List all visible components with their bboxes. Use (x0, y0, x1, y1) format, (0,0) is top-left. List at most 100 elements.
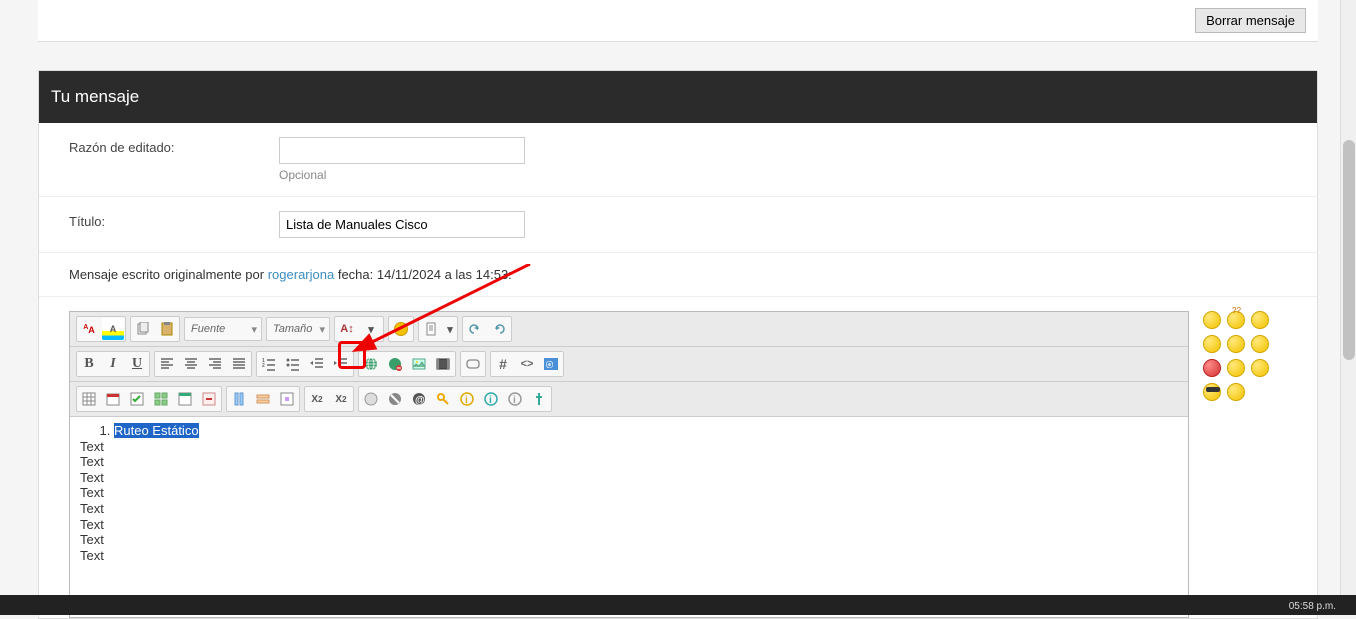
emoji-neutral[interactable] (1251, 311, 1269, 329)
superscript-button[interactable]: X2 (330, 388, 352, 410)
list-item[interactable]: Ruteo Estático (114, 423, 1178, 439)
emoji-wink[interactable] (1251, 359, 1269, 377)
at-button[interactable]: @ (408, 388, 430, 410)
author-link[interactable]: rogerarjona (268, 267, 335, 282)
task-button[interactable] (126, 388, 148, 410)
align-left-button[interactable] (156, 353, 178, 375)
scrollbar-track[interactable] (1340, 0, 1356, 615)
svg-text:i: i (489, 395, 492, 406)
info-yellow-button[interactable]: i (456, 388, 478, 410)
undo-button[interactable] (464, 318, 486, 340)
message-panel: Tu mensaje Razón de editado: Opcional Tí… (38, 70, 1318, 619)
panel-title: Tu mensaje (39, 71, 1317, 123)
content-line[interactable]: Text (80, 532, 1178, 548)
emoji-button[interactable] (390, 318, 412, 340)
cell-button[interactable] (276, 388, 298, 410)
content-line[interactable]: Text (80, 501, 1178, 517)
svg-text:ⓔ: ⓔ (546, 360, 553, 369)
emoji-grin[interactable] (1203, 335, 1221, 353)
align-center-button[interactable] (180, 353, 202, 375)
svg-text:@: @ (415, 395, 425, 406)
content-line[interactable]: Text (80, 548, 1178, 564)
content-line[interactable]: Text (80, 470, 1178, 486)
emoji-angry[interactable] (1203, 359, 1221, 377)
align-justify-button[interactable] (228, 353, 250, 375)
bg-color-button[interactable]: A (102, 318, 124, 340)
delete-message-button[interactable]: Borrar mensaje (1195, 8, 1306, 33)
row-button[interactable] (252, 388, 274, 410)
editor-section: AA A Fuente Tamaño A↕ ▾ (39, 297, 1317, 618)
content-line[interactable]: Text (80, 439, 1178, 455)
selected-text[interactable]: Ruteo Estático (114, 423, 199, 438)
image-button[interactable] (408, 353, 430, 375)
paste-button[interactable] (156, 318, 178, 340)
block-button[interactable] (384, 388, 406, 410)
meta-suffix: fecha: 14/11/2024 a las 14:53: (334, 267, 512, 282)
title-label: Título: (69, 211, 279, 229)
calendar-button[interactable] (102, 388, 124, 410)
pin-button[interactable] (528, 388, 550, 410)
toolbar-row-3: X2 X2 @ i i i (70, 382, 1188, 417)
unlink-button[interactable] (384, 353, 406, 375)
indent-button[interactable] (330, 353, 352, 375)
emoji-confused[interactable]: ?? (1227, 311, 1245, 329)
taskbar: 05:58 p.m. (0, 595, 1356, 615)
outdent-button[interactable] (306, 353, 328, 375)
quote-button[interactable] (462, 353, 484, 375)
editor: AA A Fuente Tamaño A↕ ▾ (69, 311, 1189, 618)
embed-button[interactable]: ⓔ (540, 353, 562, 375)
emoji-laugh[interactable] (1227, 383, 1245, 401)
more-text-button[interactable]: ▾ (360, 318, 382, 340)
link-button[interactable] (360, 353, 382, 375)
info-gray-button[interactable]: i (504, 388, 526, 410)
content-line[interactable]: Text (80, 517, 1178, 533)
redo-button[interactable] (488, 318, 510, 340)
content-line[interactable]: Text (80, 485, 1178, 501)
emoji-sad[interactable] (1251, 335, 1269, 353)
reason-input[interactable] (279, 137, 525, 164)
spreadsheet-button[interactable] (174, 388, 196, 410)
toolbar-row-2: B I U 12 (70, 347, 1188, 382)
minus-button[interactable] (198, 388, 220, 410)
code-button[interactable]: <> (516, 353, 538, 375)
grid-button[interactable] (150, 388, 172, 410)
table-button[interactable] (78, 388, 100, 410)
info-teal-button[interactable]: i (480, 388, 502, 410)
title-row: Título: (39, 197, 1317, 253)
emoji-happy[interactable] (1227, 335, 1245, 353)
font-select[interactable]: Fuente (184, 317, 262, 341)
editor-content[interactable]: Ruteo Estático Text Text Text Text Text … (70, 417, 1188, 617)
ordered-list-button[interactable]: 12 (258, 353, 280, 375)
title-input[interactable] (279, 211, 525, 238)
italic-button[interactable]: I (102, 353, 124, 375)
toolbar-row-1: AA A Fuente Tamaño A↕ ▾ (70, 312, 1188, 347)
emoji-tongue[interactable] (1227, 359, 1245, 377)
hash-button[interactable]: # (492, 353, 514, 375)
copy-button[interactable] (132, 318, 154, 340)
key-button[interactable] (432, 388, 454, 410)
top-bar: Borrar mensaje (38, 0, 1318, 42)
emoji-smile[interactable] (1203, 311, 1221, 329)
original-meta: Mensaje escrito originalmente por rogera… (39, 253, 1317, 297)
attach-more-button[interactable]: ▾ (444, 318, 456, 340)
bold-button[interactable]: B (78, 353, 100, 375)
column-button[interactable] (228, 388, 250, 410)
subscript-button[interactable]: X2 (306, 388, 328, 410)
globe-gray-button[interactable] (360, 388, 382, 410)
video-button[interactable] (432, 353, 454, 375)
attach-button[interactable] (420, 318, 442, 340)
text-color-button[interactable]: AA (78, 318, 100, 340)
case-button[interactable]: A↕ (336, 318, 358, 340)
meta-prefix: Mensaje escrito originalmente por (69, 267, 268, 282)
underline-button[interactable]: U (126, 353, 148, 375)
emoji-cool[interactable] (1203, 383, 1221, 401)
reason-help: Opcional (279, 168, 1287, 182)
reason-label: Razón de editado: (69, 137, 279, 155)
size-select[interactable]: Tamaño (266, 317, 330, 341)
unordered-list-button[interactable] (282, 353, 304, 375)
scrollbar-thumb[interactable] (1343, 140, 1355, 360)
svg-text:2: 2 (262, 363, 265, 369)
reason-row: Razón de editado: Opcional (39, 123, 1317, 197)
content-line[interactable]: Text (80, 454, 1178, 470)
align-right-button[interactable] (204, 353, 226, 375)
